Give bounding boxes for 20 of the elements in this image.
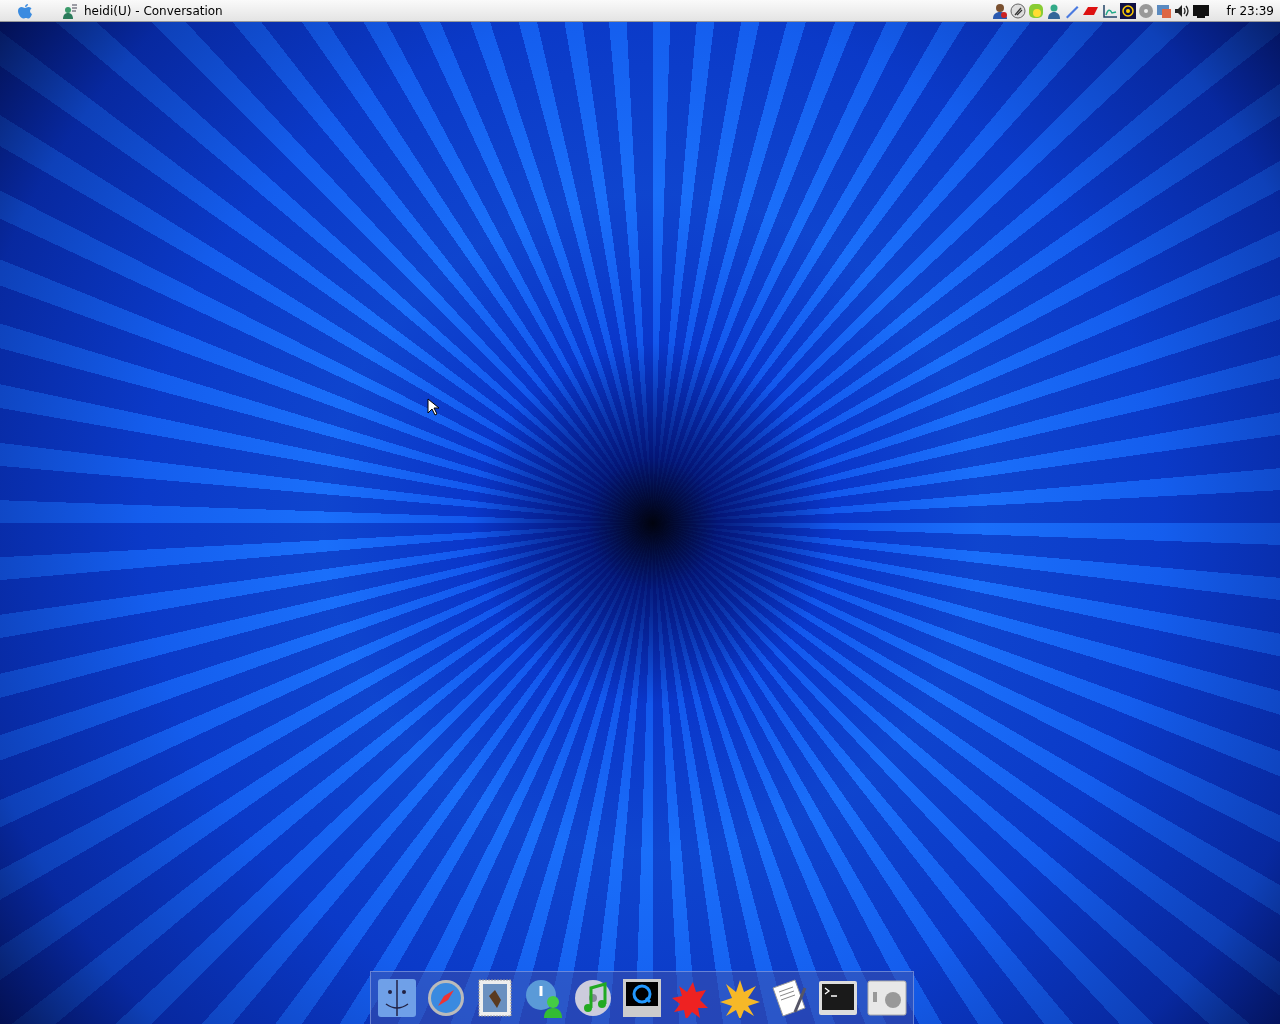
document-pen-icon[interactable] (769, 978, 809, 1018)
apple-menu-icon[interactable] (18, 2, 32, 19)
smiling-face-icon[interactable] (377, 978, 417, 1018)
chart-icon[interactable] (1102, 2, 1119, 19)
paperclip-icon[interactable] (1010, 2, 1027, 19)
person-chat-icon (62, 2, 78, 19)
mouse-pointer-icon (427, 398, 439, 416)
user-icon[interactable] (992, 2, 1009, 19)
media-player-icon[interactable] (622, 978, 662, 1018)
stamp-icon[interactable] (475, 978, 515, 1018)
user-icon[interactable] (1046, 2, 1063, 19)
signal-icon[interactable] (1120, 2, 1137, 19)
starburst-icon[interactable] (720, 978, 760, 1018)
terminal-icon[interactable] (818, 978, 858, 1018)
music-cd-icon[interactable] (573, 978, 613, 1018)
monitor-icon[interactable] (1192, 2, 1211, 19)
compass-icon[interactable] (426, 978, 466, 1018)
app-title: heidi(U) - Conversation (84, 3, 223, 18)
chat-user-icon[interactable] (524, 978, 564, 1018)
clock[interactable]: fr 23:39 (1226, 3, 1274, 18)
